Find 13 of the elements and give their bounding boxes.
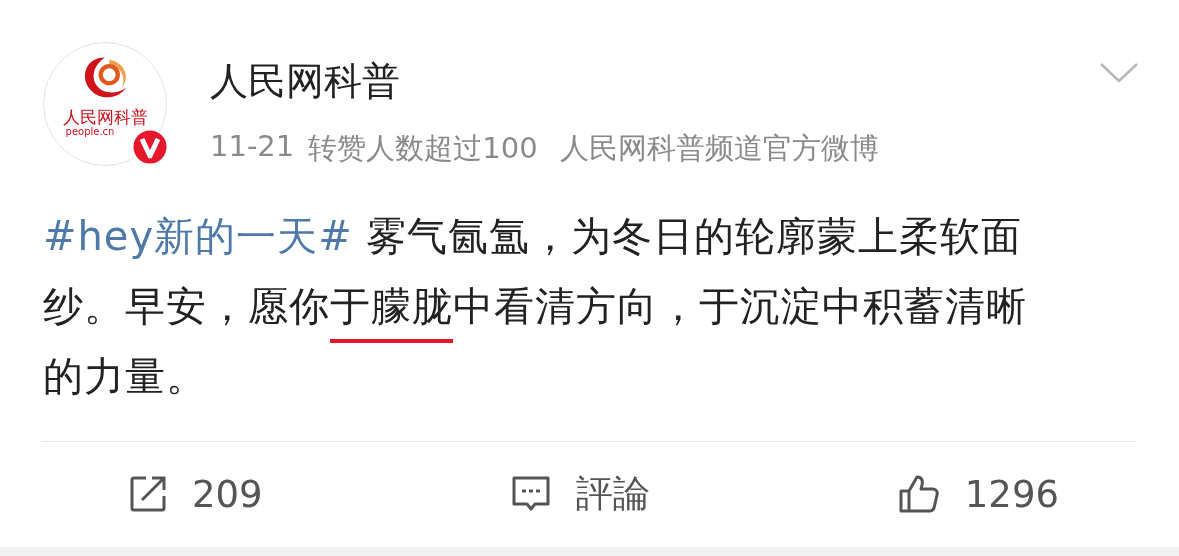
chevron-down-icon[interactable] (1099, 62, 1139, 84)
hashtag-link[interactable]: #hey新的一天# (43, 213, 353, 259)
post-source: 人民网科普频道官方微博 (559, 130, 879, 167)
post-text: #hey新的一天# 雾气氤氲，为冬日的轮廓蒙上柔软面纱。早安，愿你于朦胧中看清方向，于沉淀中积蓄清晰的力量。 (43, 212, 1028, 401)
logo-text: 人民网科普 (62, 109, 148, 126)
popularity-note: 转赞人数超过100 (308, 130, 538, 167)
logo-domain: people.cn (65, 126, 115, 138)
like-button[interactable]: 1296 (896, 472, 1059, 516)
account-name[interactable]: 人民网科普 (210, 62, 879, 100)
share-icon (128, 474, 168, 514)
comment-button[interactable]: 評論 (509, 469, 650, 519)
post-date: 11-21 (210, 129, 295, 165)
repost-button[interactable]: 209 (128, 472, 263, 516)
